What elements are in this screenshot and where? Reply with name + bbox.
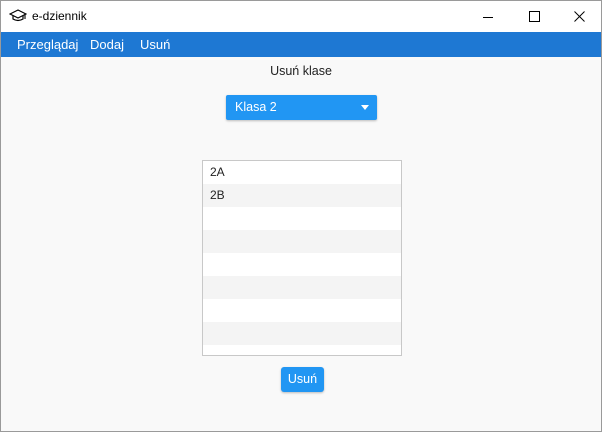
maximize-icon xyxy=(528,11,540,22)
menu-item-browse[interactable]: Przeglądaj xyxy=(17,37,78,52)
minimize-button[interactable] xyxy=(465,1,511,32)
list-item[interactable] xyxy=(203,230,401,253)
list-item[interactable] xyxy=(203,207,401,230)
menu-item-add[interactable]: Dodaj xyxy=(90,37,124,52)
menu-item-remove[interactable]: Usuń xyxy=(140,37,170,52)
window-title: e-dziennik xyxy=(32,9,87,23)
chevron-down-icon xyxy=(361,105,369,110)
maximize-button[interactable] xyxy=(511,1,557,32)
class-select[interactable]: Klasa 2 xyxy=(226,95,377,120)
menu-bar: Przeglądaj Dodaj Usuń xyxy=(1,32,601,57)
list-item[interactable] xyxy=(203,299,401,322)
title-bar[interactable]: e-dziennik xyxy=(1,1,601,32)
list-item[interactable] xyxy=(203,276,401,299)
list-item[interactable] xyxy=(203,253,401,276)
minimize-icon xyxy=(483,12,493,22)
page-title: Usuń klase xyxy=(270,64,332,78)
class-list[interactable]: 2A 2B xyxy=(202,160,402,356)
list-item[interactable]: 2B xyxy=(203,184,401,207)
list-item[interactable]: 2A xyxy=(203,161,401,184)
class-select-value: Klasa 2 xyxy=(235,100,277,114)
list-item[interactable] xyxy=(203,322,401,345)
close-button[interactable] xyxy=(556,1,601,32)
delete-button[interactable]: Usuń xyxy=(281,367,324,392)
graduation-cap-icon xyxy=(8,8,28,24)
close-icon xyxy=(573,11,585,22)
app-window: e-dziennik Przeglądaj Dodaj Usuń Usuń kl… xyxy=(0,0,602,432)
